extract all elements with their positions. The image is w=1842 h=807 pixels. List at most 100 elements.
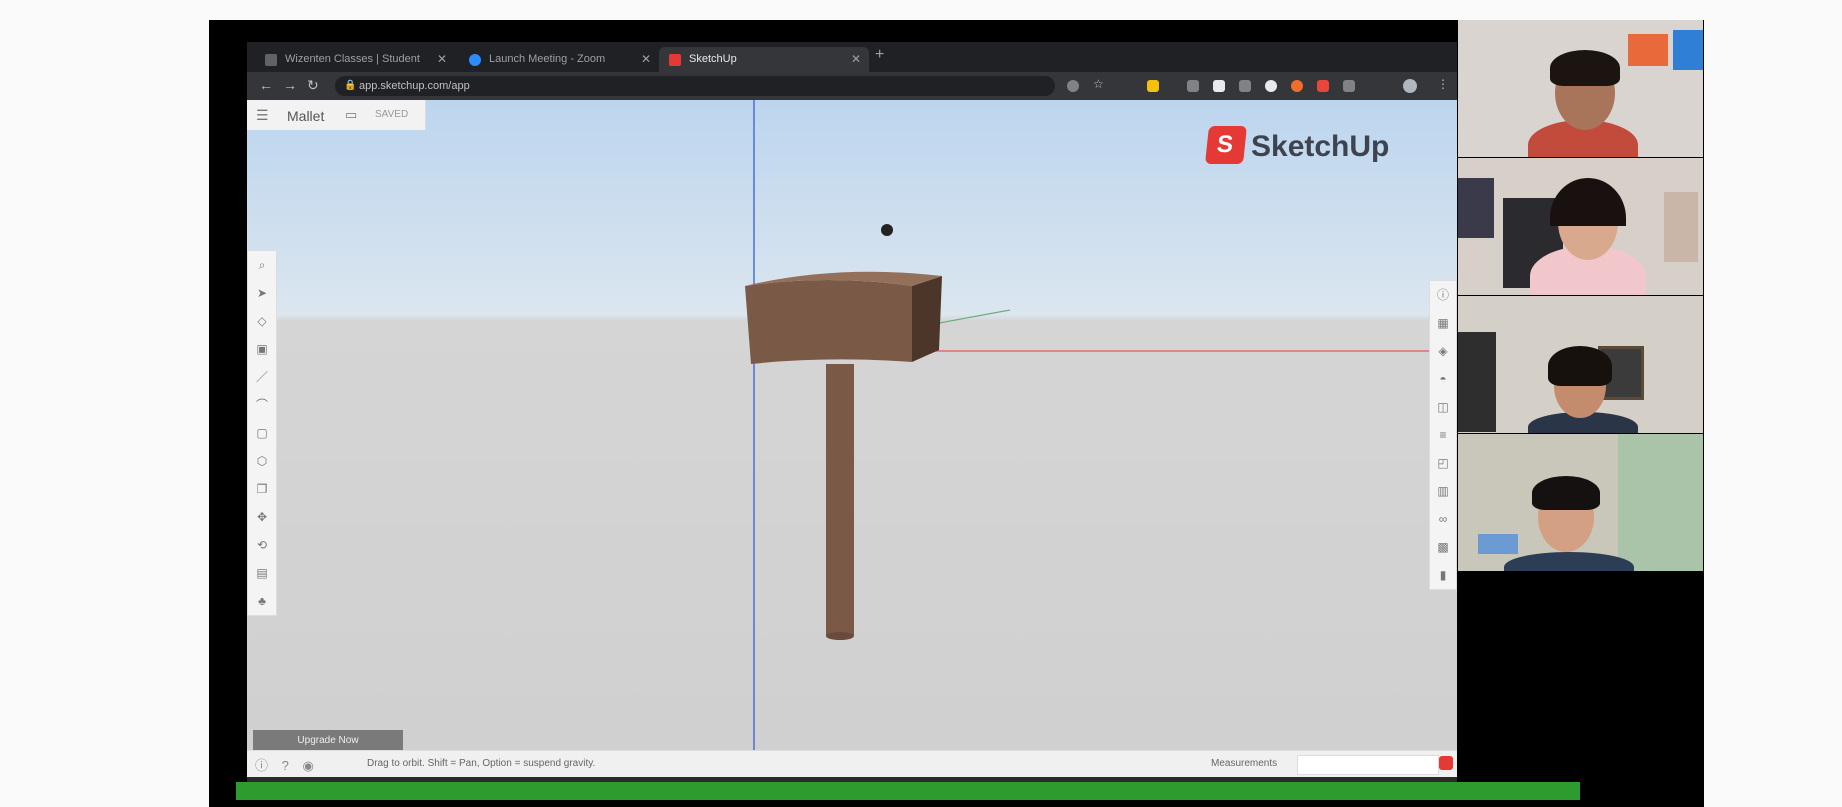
view-icon[interactable]: ▩ [1430,533,1456,561]
close-icon[interactable]: ✕ [437,47,447,72]
browser-address-bar: ← → ↻ 🔒 app.sketchup.com/app ☆ ⋮ [247,72,1457,100]
logo-text: SketchUp [1251,130,1390,163]
mallet-head [745,280,912,364]
browser-tab-bar: Wizenten Classes | Student ✕ Launch Meet… [247,42,1457,72]
sketchup-viewport[interactable]: ☰ Mallet ▭ SAVED S SketchUp ⌕ ➤ ◇ ▣ ／ ⌒ … [247,100,1457,752]
extension-icon[interactable] [1317,80,1329,92]
avatar[interactable] [1403,79,1417,93]
extension-icon[interactable] [1187,80,1199,92]
arc-icon[interactable]: ⌒ [248,391,276,419]
participant-hair [1548,346,1612,386]
forward-arrow-icon[interactable]: → [283,77,297,93]
solid-tools-icon[interactable]: ▮ [1430,561,1456,589]
search-icon[interactable]: ⌕ [248,251,276,279]
push-pull-icon[interactable]: ⬡ [248,447,276,475]
extension-icon[interactable] [1067,80,1079,92]
close-icon[interactable]: ✕ [641,47,651,72]
shared-screen: Wizenten Classes | Student ✕ Launch Meet… [247,42,1457,790]
mallet-handle-end [826,632,854,640]
display-icon[interactable]: ∞ [1430,505,1456,533]
tab-title: Wizenten Classes | Student [285,53,420,65]
rectangle-icon[interactable]: ▢ [248,419,276,447]
model-canvas [745,100,1457,750]
mallet-head-side [912,276,942,362]
extension-icon[interactable] [1239,80,1251,92]
settings-icon[interactable]: ◉ [303,758,314,773]
hamburger-menu-icon[interactable]: ☰ [256,107,269,124]
participant-video-1[interactable] [1458,20,1703,157]
outliner-icon[interactable]: ▥ [1430,477,1456,505]
upgrade-now-button[interactable]: Upgrade Now [253,730,403,752]
star-icon[interactable]: ☆ [1093,77,1105,91]
wall-poster [1664,192,1698,262]
save-status: SAVED [375,109,409,120]
measurements-input[interactable] [1297,755,1439,775]
screen-share-indicator [236,782,1580,800]
status-bar: ⓘ ? ◉ Drag to orbit. Shift = Pan, Option… [247,750,1457,777]
back-arrow-icon[interactable]: ← [259,77,273,93]
extension-icon[interactable] [1213,80,1225,92]
layers-icon[interactable]: ≡ [1430,421,1456,449]
lock-icon: 🔒 [344,80,357,91]
left-toolbar: ⌕ ➤ ◇ ▣ ／ ⌒ ▢ ⬡ ❐ ✥ ⟲ ▤ ♣ [247,250,277,616]
move-icon[interactable]: ✥ [248,503,276,531]
project-header: ☰ Mallet ▭ SAVED [247,100,426,130]
status-hint: Drag to orbit. Shift = Pan, Option = sus… [367,758,596,769]
info-icon[interactable]: ⓘ [255,758,268,773]
tab-title: Launch Meeting - Zoom [489,53,606,65]
plus-icon[interactable]: + [875,46,884,64]
help-icon[interactable]: ? [282,758,289,773]
reload-icon[interactable]: ↻ [307,77,319,94]
components-icon[interactable]: ◈ [1430,337,1456,365]
tape-measure-icon[interactable]: ▤ [248,559,276,587]
participant-video-2[interactable] [1458,158,1703,295]
curtain [1618,434,1703,571]
project-name[interactable]: Mallet [287,108,324,124]
mallet-handle [826,364,854,636]
tab-favicon-icon [265,54,277,66]
orbit-cursor-icon [881,224,893,236]
sketchup-corner-icon[interactable] [1439,756,1453,770]
participant-body [1504,552,1634,571]
sketchup-logo-icon: S [1205,126,1247,164]
paint-bucket-icon[interactable]: ▣ [248,335,276,363]
scenes-icon[interactable]: ◰ [1430,449,1456,477]
instructor-icon[interactable]: ▦ [1430,309,1456,337]
walk-icon[interactable]: ♣ [248,587,276,615]
tab-wizenten[interactable]: Wizenten Classes | Student ✕ [255,47,455,72]
url-text: app.sketchup.com/app [359,80,470,92]
pencil-icon[interactable]: ／ [248,363,276,391]
measurements-label: Measurements [1211,758,1278,769]
wall-poster [1628,34,1668,66]
wall-poster [1673,30,1703,70]
extension-icon[interactable] [1291,80,1303,92]
select-icon[interactable]: ➤ [248,279,276,307]
tab-sketchup[interactable]: SketchUp ✕ [659,47,869,72]
url-input[interactable]: 🔒 app.sketchup.com/app [335,76,1055,96]
kebab-menu-icon[interactable]: ⋮ [1437,77,1449,91]
door [1458,332,1496,432]
orbit-icon[interactable]: ⟲ [248,531,276,559]
participant-video-3[interactable] [1458,296,1703,433]
right-panel-toolbar: ⓘ ▦ ◈ ◓ ◫ ≡ ◰ ▥ ∞ ▩ ▮ [1429,280,1457,590]
wall-poster [1458,178,1494,238]
participant-video-4[interactable] [1458,434,1703,571]
participant-hair [1550,50,1620,86]
offset-icon[interactable]: ❐ [248,475,276,503]
materials-icon[interactable]: ◓ [1430,365,1456,393]
styles-icon[interactable]: ◫ [1430,393,1456,421]
tab-zoom[interactable]: Launch Meeting - Zoom ✕ [459,47,659,72]
entity-info-icon[interactable]: ⓘ [1430,281,1456,309]
tab-title: SketchUp [689,53,737,65]
extension-icon[interactable] [1265,80,1277,92]
shelf-items [1478,534,1518,554]
sketchup-favicon-icon [669,54,681,66]
participant-hair [1532,476,1600,510]
extension-icon[interactable] [1343,80,1355,92]
folder-icon[interactable]: ▭ [345,107,357,123]
extension-icon[interactable] [1147,80,1159,92]
status-icons: ⓘ ? ◉ [255,755,314,774]
zoom-favicon-icon [469,54,481,66]
eraser-icon[interactable]: ◇ [248,307,276,335]
close-icon[interactable]: ✕ [851,47,861,72]
